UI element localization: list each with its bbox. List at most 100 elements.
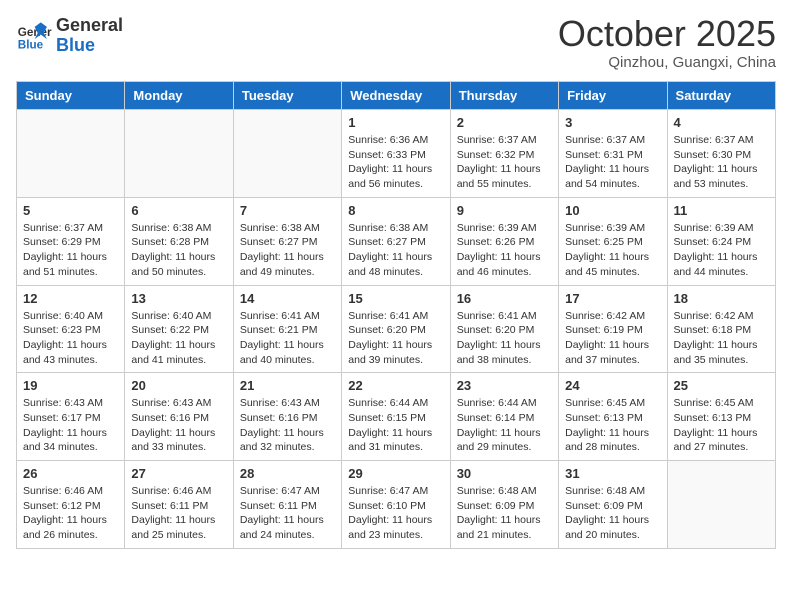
weekday-header-friday: Friday [559, 82, 667, 110]
day-number: 19 [23, 378, 118, 393]
weekday-header-wednesday: Wednesday [342, 82, 450, 110]
day-info: Sunrise: 6:47 AM Sunset: 6:10 PM Dayligh… [348, 484, 443, 543]
day-cell-17: 17Sunrise: 6:42 AM Sunset: 6:19 PM Dayli… [559, 285, 667, 373]
empty-cell [667, 461, 775, 549]
week-row-2: 5 Sunrise: 6:37 AM Sunset: 6:29 PM Daylig… [17, 197, 776, 285]
day-number: 14 [240, 291, 335, 306]
day-info: Sunrise: 6:39 AM Sunset: 6:25 PM Dayligh… [565, 221, 660, 280]
day-number: 27 [131, 466, 226, 481]
day-info: Sunrise: 6:45 AM Sunset: 6:13 PM Dayligh… [674, 396, 769, 455]
weekday-header-sunday: Sunday [17, 82, 125, 110]
day-number: 7 [240, 203, 335, 218]
page-header: General Blue General Blue October 2025 Q… [16, 16, 776, 71]
day-info: Sunrise: 6:45 AM Sunset: 6:13 PM Dayligh… [565, 396, 660, 455]
day-number: 13 [131, 291, 226, 306]
day-info: Sunrise: 6:46 AM Sunset: 6:11 PM Dayligh… [131, 484, 226, 543]
day-cell-13: 13 Sunrise: 6:40 AM Sunset: 6:22 PM Dayli… [125, 285, 233, 373]
day-number: 16 [457, 291, 552, 306]
day-cell-12: 12 Sunrise: 6:40 AM Sunset: 6:23 PM Dayli… [17, 285, 125, 373]
svg-text:Blue: Blue [18, 38, 44, 51]
empty-cell [125, 110, 233, 198]
day-number: 3 [565, 115, 660, 130]
day-number: 1 [348, 115, 443, 130]
day-info: Sunrise: 6:42 AM Sunset: 6:19 PM Dayligh… [565, 309, 660, 368]
day-number: 2 [457, 115, 552, 130]
empty-cell [233, 110, 341, 198]
day-number: 22 [348, 378, 443, 393]
day-cell-25: 25 Sunrise: 6:45 AM Sunset: 6:13 PM Dayli… [667, 373, 775, 461]
day-number: 23 [457, 378, 552, 393]
day-cell-9: 9Sunrise: 6:39 AM Sunset: 6:26 PM Daylig… [450, 197, 558, 285]
day-cell-14: 14 Sunrise: 6:41 AM Sunset: 6:21 PM Dayli… [233, 285, 341, 373]
day-info: Sunrise: 6:36 AM Sunset: 6:33 PM Dayligh… [348, 133, 443, 192]
week-row-4: 19 Sunrise: 6:43 AM Sunset: 6:17 PM Dayli… [17, 373, 776, 461]
day-cell-30: 30 Sunrise: 6:48 AM Sunset: 6:09 PM Dayli… [450, 461, 558, 549]
logo: General Blue General Blue [16, 16, 123, 56]
day-info: Sunrise: 6:43 AM Sunset: 6:16 PM Dayligh… [131, 396, 226, 455]
location: Qinzhou, Guangxi, China [558, 54, 776, 71]
day-cell-2: 2 Sunrise: 6:37 AM Sunset: 6:32 PM Daylig… [450, 110, 558, 198]
day-number: 8 [348, 203, 443, 218]
day-number: 20 [131, 378, 226, 393]
day-cell-23: 23 Sunrise: 6:44 AM Sunset: 6:14 PM Dayli… [450, 373, 558, 461]
day-cell-1: 1 Sunrise: 6:36 AM Sunset: 6:33 PM Daylig… [342, 110, 450, 198]
day-info: Sunrise: 6:48 AM Sunset: 6:09 PM Dayligh… [457, 484, 552, 543]
empty-cell [17, 110, 125, 198]
day-cell-19: 19 Sunrise: 6:43 AM Sunset: 6:17 PM Dayli… [17, 373, 125, 461]
day-number: 15 [348, 291, 443, 306]
day-number: 30 [457, 466, 552, 481]
day-info: Sunrise: 6:39 AM Sunset: 6:24 PM Dayligh… [674, 221, 769, 280]
day-info: Sunrise: 6:46 AM Sunset: 6:12 PM Dayligh… [23, 484, 118, 543]
title-block: October 2025 Qinzhou, Guangxi, China [558, 16, 776, 71]
day-cell-29: 29 Sunrise: 6:47 AM Sunset: 6:10 PM Dayli… [342, 461, 450, 549]
day-number: 24 [565, 378, 660, 393]
day-info: Sunrise: 6:43 AM Sunset: 6:17 PM Dayligh… [23, 396, 118, 455]
day-cell-11: 11 Sunrise: 6:39 AM Sunset: 6:24 PM Dayli… [667, 197, 775, 285]
day-cell-4: 4 Sunrise: 6:37 AM Sunset: 6:30 PM Daylig… [667, 110, 775, 198]
day-info: Sunrise: 6:41 AM Sunset: 6:21 PM Dayligh… [240, 309, 335, 368]
day-info: Sunrise: 6:37 AM Sunset: 6:29 PM Dayligh… [23, 221, 118, 280]
day-info: Sunrise: 6:37 AM Sunset: 6:30 PM Dayligh… [674, 133, 769, 192]
day-number: 9 [457, 203, 552, 218]
day-cell-21: 21 Sunrise: 6:43 AM Sunset: 6:16 PM Dayli… [233, 373, 341, 461]
day-info: Sunrise: 6:44 AM Sunset: 6:15 PM Dayligh… [348, 396, 443, 455]
day-cell-5: 5 Sunrise: 6:37 AM Sunset: 6:29 PM Daylig… [17, 197, 125, 285]
day-info: Sunrise: 6:40 AM Sunset: 6:22 PM Dayligh… [131, 309, 226, 368]
day-cell-7: 7Sunrise: 6:38 AM Sunset: 6:27 PM Daylig… [233, 197, 341, 285]
day-cell-16: 16Sunrise: 6:41 AM Sunset: 6:20 PM Dayli… [450, 285, 558, 373]
day-number: 10 [565, 203, 660, 218]
day-info: Sunrise: 6:42 AM Sunset: 6:18 PM Dayligh… [674, 309, 769, 368]
day-number: 11 [674, 203, 769, 218]
day-info: Sunrise: 6:43 AM Sunset: 6:16 PM Dayligh… [240, 396, 335, 455]
day-number: 21 [240, 378, 335, 393]
day-number: 29 [348, 466, 443, 481]
day-cell-26: 26Sunrise: 6:46 AM Sunset: 6:12 PM Dayli… [17, 461, 125, 549]
day-cell-10: 10 Sunrise: 6:39 AM Sunset: 6:25 PM Dayli… [559, 197, 667, 285]
day-cell-3: 3 Sunrise: 6:37 AM Sunset: 6:31 PM Daylig… [559, 110, 667, 198]
day-cell-27: 27 Sunrise: 6:46 AM Sunset: 6:11 PM Dayli… [125, 461, 233, 549]
calendar-table: SundayMondayTuesdayWednesdayThursdayFrid… [16, 81, 776, 549]
weekday-header-monday: Monday [125, 82, 233, 110]
month-title: October 2025 [558, 16, 776, 52]
day-number: 4 [674, 115, 769, 130]
week-row-1: 1 Sunrise: 6:36 AM Sunset: 6:33 PM Daylig… [17, 110, 776, 198]
day-cell-6: 6Sunrise: 6:38 AM Sunset: 6:28 PM Daylig… [125, 197, 233, 285]
day-number: 5 [23, 203, 118, 218]
day-info: Sunrise: 6:48 AM Sunset: 6:09 PM Dayligh… [565, 484, 660, 543]
day-cell-20: 20 Sunrise: 6:43 AM Sunset: 6:16 PM Dayli… [125, 373, 233, 461]
day-cell-15: 15 Sunrise: 6:41 AM Sunset: 6:20 PM Dayli… [342, 285, 450, 373]
day-info: Sunrise: 6:37 AM Sunset: 6:31 PM Dayligh… [565, 133, 660, 192]
day-cell-18: 18Sunrise: 6:42 AM Sunset: 6:18 PM Dayli… [667, 285, 775, 373]
weekday-header-saturday: Saturday [667, 82, 775, 110]
logo-icon: General Blue [16, 18, 52, 54]
day-info: Sunrise: 6:40 AM Sunset: 6:23 PM Dayligh… [23, 309, 118, 368]
day-info: Sunrise: 6:41 AM Sunset: 6:20 PM Dayligh… [348, 309, 443, 368]
day-info: Sunrise: 6:44 AM Sunset: 6:14 PM Dayligh… [457, 396, 552, 455]
day-info: Sunrise: 6:37 AM Sunset: 6:32 PM Dayligh… [457, 133, 552, 192]
day-number: 25 [674, 378, 769, 393]
logo-general: General [56, 15, 123, 35]
day-cell-24: 24 Sunrise: 6:45 AM Sunset: 6:13 PM Dayli… [559, 373, 667, 461]
day-number: 12 [23, 291, 118, 306]
day-cell-31: 31Sunrise: 6:48 AM Sunset: 6:09 PM Dayli… [559, 461, 667, 549]
weekday-header-row: SundayMondayTuesdayWednesdayThursdayFrid… [17, 82, 776, 110]
